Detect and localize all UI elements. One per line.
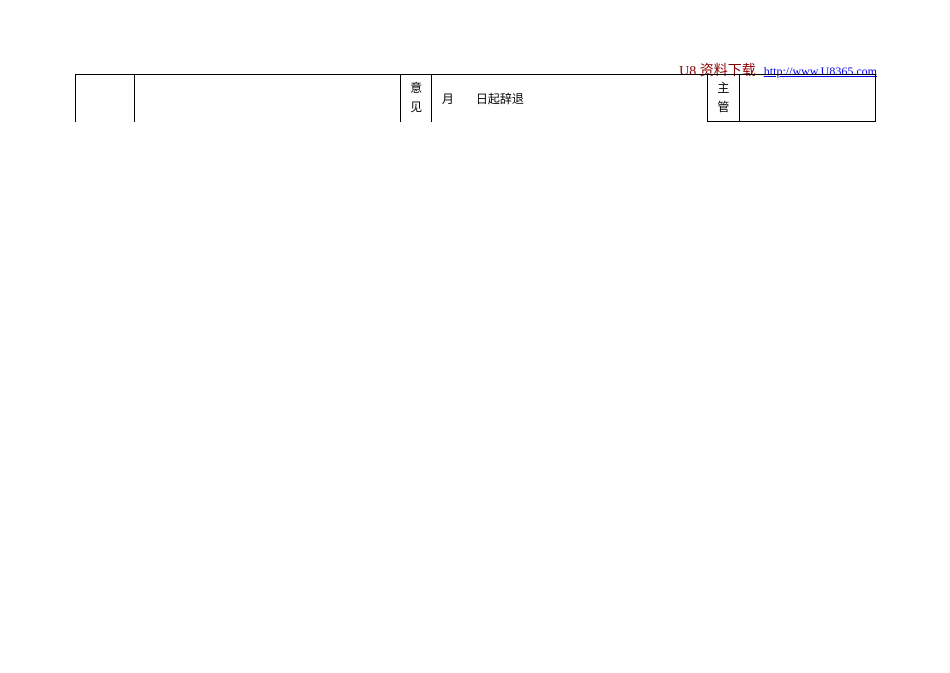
- month-label: 月: [442, 90, 454, 107]
- cell-supervisor-signature: [740, 75, 876, 122]
- cell-blank-1: [76, 75, 135, 122]
- cell-opinion-label: 意 见: [401, 75, 431, 122]
- dismissal-label: 日起辞退: [476, 90, 524, 107]
- cell-supervisor-label: 主 管: [707, 75, 739, 122]
- supervisor-char-2: 管: [717, 98, 729, 117]
- table-row: 意 见 月 日起辞退 主 管: [76, 75, 876, 122]
- supervisor-char-1: 主: [717, 79, 729, 98]
- form-table: 意 见 月 日起辞退 主 管: [75, 74, 876, 122]
- cell-date-dismissal: 月 日起辞退: [431, 75, 707, 122]
- cell-blank-2: [134, 75, 401, 122]
- form-table-container: 意 见 月 日起辞退 主 管: [75, 74, 876, 122]
- opinion-char-1: 意: [410, 79, 422, 98]
- opinion-char-2: 见: [410, 98, 422, 117]
